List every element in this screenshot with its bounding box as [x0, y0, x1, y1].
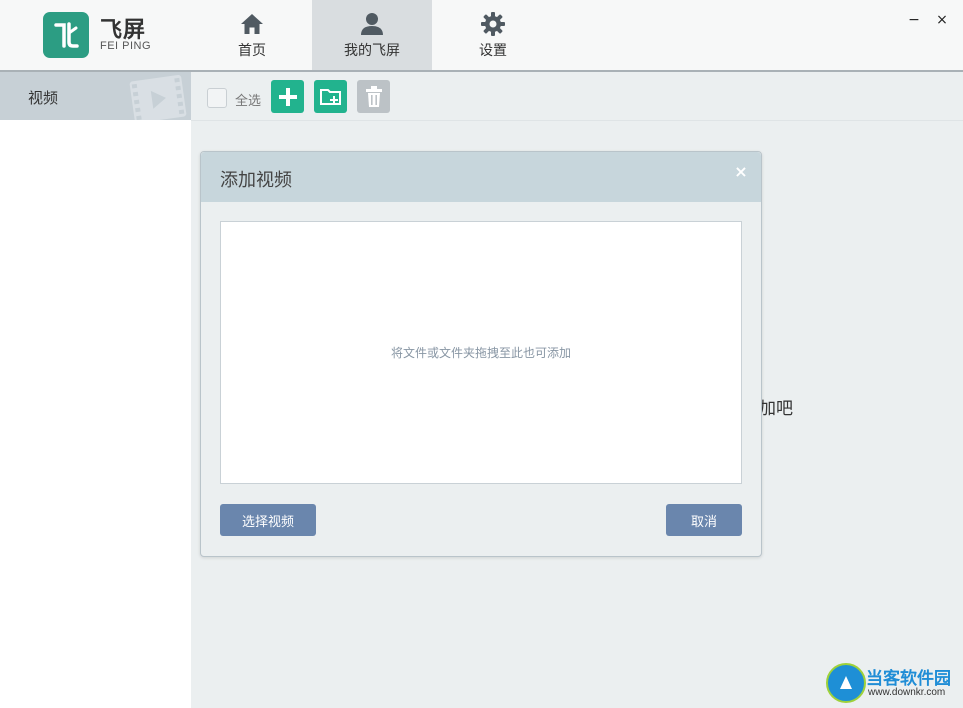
sidebar-item-video[interactable]: 视频 — [0, 72, 191, 120]
film-play-icon — [129, 74, 187, 120]
watermark-logo-icon — [826, 663, 866, 703]
title-bar: 飞屏 FEI PING 首页 我的飞屏 设置 − × — [0, 0, 963, 72]
cancel-button[interactable]: 取消 — [666, 504, 742, 536]
sidebar: 视频 — [0, 72, 191, 708]
home-icon — [240, 12, 264, 36]
site-watermark: 当客软件园 www.downkr.com — [826, 663, 963, 703]
toolbar: 全选 — [191, 72, 963, 121]
empty-state-hint: 加吧 — [759, 399, 793, 419]
select-video-button[interactable]: 选择视频 — [220, 504, 316, 536]
watermark-title: 当客软件园 — [866, 669, 951, 689]
app-logo-icon — [43, 12, 89, 58]
select-all-checkbox[interactable] — [207, 88, 227, 108]
folder-add-icon — [319, 88, 341, 105]
minimize-button[interactable]: − — [904, 10, 924, 30]
select-all-label: 全选 — [235, 94, 262, 109]
tab-settings-label: 设置 — [479, 43, 507, 59]
file-drop-zone[interactable]: 将文件或文件夹拖拽至此也可添加 — [220, 221, 742, 484]
tab-home[interactable]: 首页 — [192, 0, 312, 70]
watermark-url: www.downkr.com — [868, 687, 946, 698]
add-video-dialog: 添加视频 × 将文件或文件夹拖拽至此也可添加 选择视频 取消 — [200, 151, 762, 557]
dialog-title: 添加视频 — [220, 170, 292, 191]
window-close-button[interactable]: × — [932, 10, 952, 30]
dialog-close-icon[interactable]: × — [731, 162, 751, 182]
tab-my-feiping[interactable]: 我的飞屏 — [312, 0, 432, 70]
gear-icon — [481, 12, 505, 36]
tab-settings[interactable]: 设置 — [433, 0, 553, 70]
add-folder-button[interactable] — [314, 80, 347, 113]
user-icon — [360, 12, 384, 36]
plus-icon — [278, 87, 297, 106]
delete-button[interactable] — [357, 80, 390, 113]
sidebar-item-label: 视频 — [28, 89, 59, 107]
trash-icon — [365, 85, 382, 107]
app-name-pinyin: FEI PING — [100, 40, 152, 52]
drop-hint-text: 将文件或文件夹拖拽至此也可添加 — [390, 346, 571, 360]
tab-home-label: 首页 — [238, 43, 266, 59]
add-video-button[interactable] — [271, 80, 304, 113]
dialog-header: 添加视频 × — [201, 152, 761, 202]
tab-my-feiping-label: 我的飞屏 — [344, 43, 400, 59]
